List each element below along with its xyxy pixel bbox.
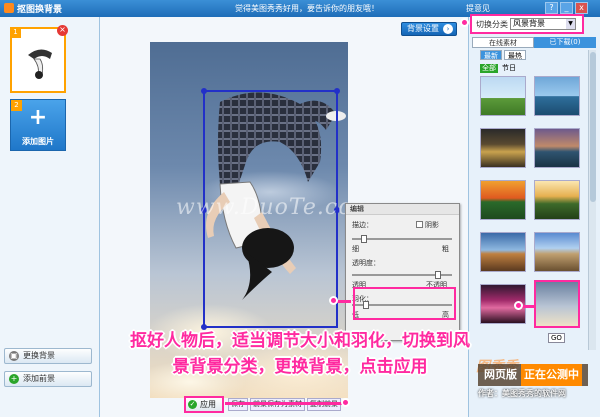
thin-label: 细 (352, 245, 359, 253)
app-icon (4, 3, 14, 13)
tab-festival[interactable]: 节日 (500, 64, 518, 73)
edit-panel-title: 编辑 (346, 204, 459, 215)
background-tile[interactable] (534, 76, 580, 116)
watermark-credit: 作者：美图秀秀的软件网 (478, 389, 566, 398)
background-tile[interactable] (480, 128, 526, 168)
stroke-label: 描边： (352, 221, 373, 229)
tab-hottest[interactable]: 最热 (504, 50, 526, 60)
tab-downloaded[interactable]: 已下载(0) (534, 37, 596, 48)
delete-icon[interactable]: × (57, 25, 68, 36)
person-thumbnail-icon (28, 49, 52, 79)
sort-tabs: 最新 最热 (480, 50, 528, 61)
tab-online[interactable]: 在线素材 (472, 37, 534, 48)
minimize-button[interactable]: _ (560, 2, 573, 14)
edit-panel: 编辑 描边： 阴影 细 粗 透明度： 透明 不透明 羽化： 低 高 (345, 203, 460, 341)
checkbox-icon (416, 221, 423, 228)
site-watermark: 图秀秀 网页版正在公测中 作者：美图秀秀的软件网 (476, 354, 594, 414)
thumbnail-number: 1 (10, 27, 21, 38)
shadow-checkbox[interactable]: 阴影 (416, 220, 439, 230)
stroke-slider[interactable] (352, 235, 452, 243)
background-tile[interactable] (534, 232, 580, 272)
chevron-down-icon: ▼ (566, 19, 575, 29)
connector-line (522, 305, 534, 308)
add-image-label: 添加图片 (22, 137, 54, 146)
instruction-line-1: 抠好人物后，适当调节大小和羽化，切换到风 (130, 331, 470, 351)
connector-dot (341, 398, 350, 407)
connector-dot (514, 301, 523, 310)
background-tile[interactable] (480, 76, 526, 116)
background-settings-button[interactable]: 背景设置 › (401, 22, 457, 36)
connector-line (337, 300, 351, 303)
background-tile[interactable] (480, 232, 526, 272)
plus-icon: + (28, 105, 48, 130)
watermark-banner: 网页版 正在公测中 (478, 364, 588, 386)
feather-highlight (353, 287, 456, 320)
selected-background-tile[interactable] (534, 280, 580, 328)
help-button[interactable]: ? (545, 2, 558, 14)
switch-category-label: 切换分类 (476, 20, 508, 29)
feedback-link[interactable]: 提意见 (466, 3, 490, 14)
connector-line (225, 402, 345, 405)
category-select[interactable]: 风景背景 ▼ (510, 18, 576, 30)
background-tile[interactable] (534, 128, 580, 168)
app-title: 抠图换背景 (4, 2, 62, 15)
apply-button[interactable]: ✓ 应用 (184, 396, 224, 413)
connector-dot (329, 296, 338, 305)
bottom-toolbar: 保存前景保存为素材复制前景 (228, 398, 358, 412)
connector-dot (460, 18, 469, 27)
thumbnail-1[interactable]: 1 × (10, 25, 68, 93)
thick-label: 粗 (442, 245, 449, 253)
background-tile[interactable] (480, 180, 526, 220)
category-switch: 切换分类 风景背景 ▼ (470, 14, 584, 34)
tiles-scrollbar[interactable] (588, 50, 596, 350)
check-icon: ✓ (188, 400, 197, 409)
slogan-text: 觉得美图秀秀好用，要告诉你的朋友哦！ (235, 4, 379, 13)
opacity-slider[interactable] (352, 271, 452, 279)
filter-tabs: 全部 节日 (480, 63, 520, 73)
resize-handle[interactable] (334, 88, 340, 94)
arrow-right-icon: › (443, 24, 453, 34)
resize-handle[interactable] (201, 88, 207, 94)
opacity-label: 透明度： (352, 259, 380, 267)
slider-knob[interactable] (361, 235, 368, 243)
slider-knob[interactable] (434, 271, 441, 279)
material-tabs: 在线素材 已下载(0) (472, 37, 596, 48)
close-button[interactable]: x (575, 2, 588, 14)
scrollbar-thumb[interactable] (590, 52, 596, 202)
background-tile[interactable] (534, 180, 580, 220)
tab-newest[interactable]: 最新 (480, 50, 502, 60)
add-image-button[interactable]: 2 + 添加图片 (10, 99, 66, 151)
tab-all[interactable]: 全部 (480, 64, 498, 73)
